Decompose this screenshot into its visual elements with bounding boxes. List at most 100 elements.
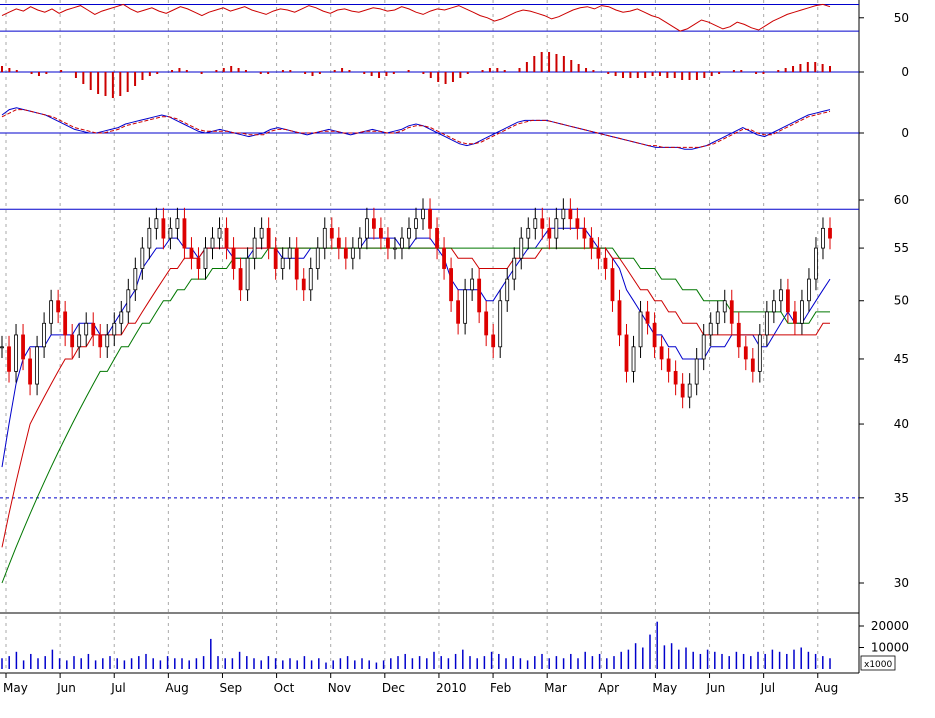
candle-body [70,334,75,348]
candle-body [610,268,615,302]
candle-body [252,237,257,259]
x-tick-label: May [652,681,677,695]
candle-body [561,208,566,220]
price-tick-label: 30 [894,576,909,590]
candle-body [407,227,411,239]
candle-body [98,334,103,348]
candle-body [322,227,327,249]
candle-body [294,247,299,280]
candle-body [0,346,4,349]
oscillator-2-tick-label: 0 [901,126,909,140]
candle-body [428,208,432,229]
candle-body [666,358,671,372]
panel-frames [0,0,860,674]
histogram-tick-label: 0 [901,65,909,79]
candle-body [484,311,489,336]
candle-body [42,322,47,348]
candle-body [617,300,622,336]
candle-body [189,247,194,259]
price-tick-label: 35 [894,491,909,505]
candle-body [477,278,482,313]
candle-body [449,268,453,302]
candle-body [182,218,187,249]
x-tick-label: Jun [706,681,726,695]
candle-body [736,322,741,348]
volume-unit-label: x1000 [864,660,893,670]
candle-body [386,237,390,249]
chart-svg: 50 0 0 60 55 50 45 40 35 30 20000 10000 May Jun Jul Au… [0,0,909,695]
candle-body [133,268,138,291]
candle-body [470,278,475,291]
price-panel [0,198,859,584]
candle-body [84,322,89,336]
candle-body [280,257,285,269]
candle-body [154,218,159,229]
price-tick-label: 45 [894,352,909,366]
candle-body [498,300,503,348]
moving-average-line [1,247,830,548]
candle-body [49,300,54,324]
x-tick-label: Feb [490,681,511,695]
candle-body [764,311,769,336]
y-axis-ticks: 50 0 0 60 55 50 45 40 35 30 20000 10000 [859,11,909,655]
candle-body [350,247,355,259]
x-tick-label: Jul [760,681,775,695]
candle-body [456,300,461,324]
oscillator-2-trigger-line [1,109,831,148]
candle-body [722,300,727,313]
candle-body [757,334,762,372]
x-tick-label: Mar [544,681,567,695]
candle-body [63,311,68,336]
candle-body [624,334,629,372]
x-tick-label: Apr [598,681,619,695]
candle-body [680,383,685,398]
candle-body [400,237,404,249]
x-tick-label: Jul [110,681,125,695]
candle-body [750,358,755,372]
candle-body [266,227,271,249]
candle-body [743,346,748,360]
month-gridlines [5,0,819,673]
candle-body [519,237,524,259]
candle-body [568,208,573,220]
oscillator-1-line [1,3,831,32]
candle-body [140,247,145,269]
histogram-panel [0,52,859,98]
candle-body [119,311,124,324]
candle-body [421,208,425,220]
candle-body [793,311,797,324]
candle-body [687,383,692,398]
candle-body [491,334,496,348]
candle-body [91,322,96,336]
candle-body [357,237,362,249]
candle-body [785,289,790,313]
x-tick-label: May [3,681,28,695]
x-tick-label: 2010 [436,681,467,695]
x-tick-label: Jun [56,681,76,695]
candle-body [175,218,180,229]
stock-chart: 50 0 0 60 55 50 45 40 35 30 20000 10000 May Jun Jul Au… [0,0,935,714]
candle-body [196,257,201,269]
candle-body [259,227,264,239]
candle-body [56,300,61,313]
candle-body [126,289,131,313]
x-tick-label: Aug [165,681,188,695]
candle-body [77,334,82,348]
candle-body [821,227,825,249]
x-tick-label: Nov [328,681,351,695]
candle-body [364,218,369,239]
candle-body [14,334,18,372]
candle-body [168,227,173,239]
candle-body [715,311,720,324]
candle-body [800,300,804,324]
candle-body [161,218,166,239]
candle-body [210,237,215,249]
candle-body [343,247,348,259]
candle-body [28,358,32,385]
candle-body [105,334,110,348]
candle-body [547,227,552,239]
candle-body [526,227,531,239]
price-tick-label: 60 [894,193,909,207]
price-tick-label: 55 [894,241,909,255]
oscillator-1-tick-label: 50 [894,11,909,25]
